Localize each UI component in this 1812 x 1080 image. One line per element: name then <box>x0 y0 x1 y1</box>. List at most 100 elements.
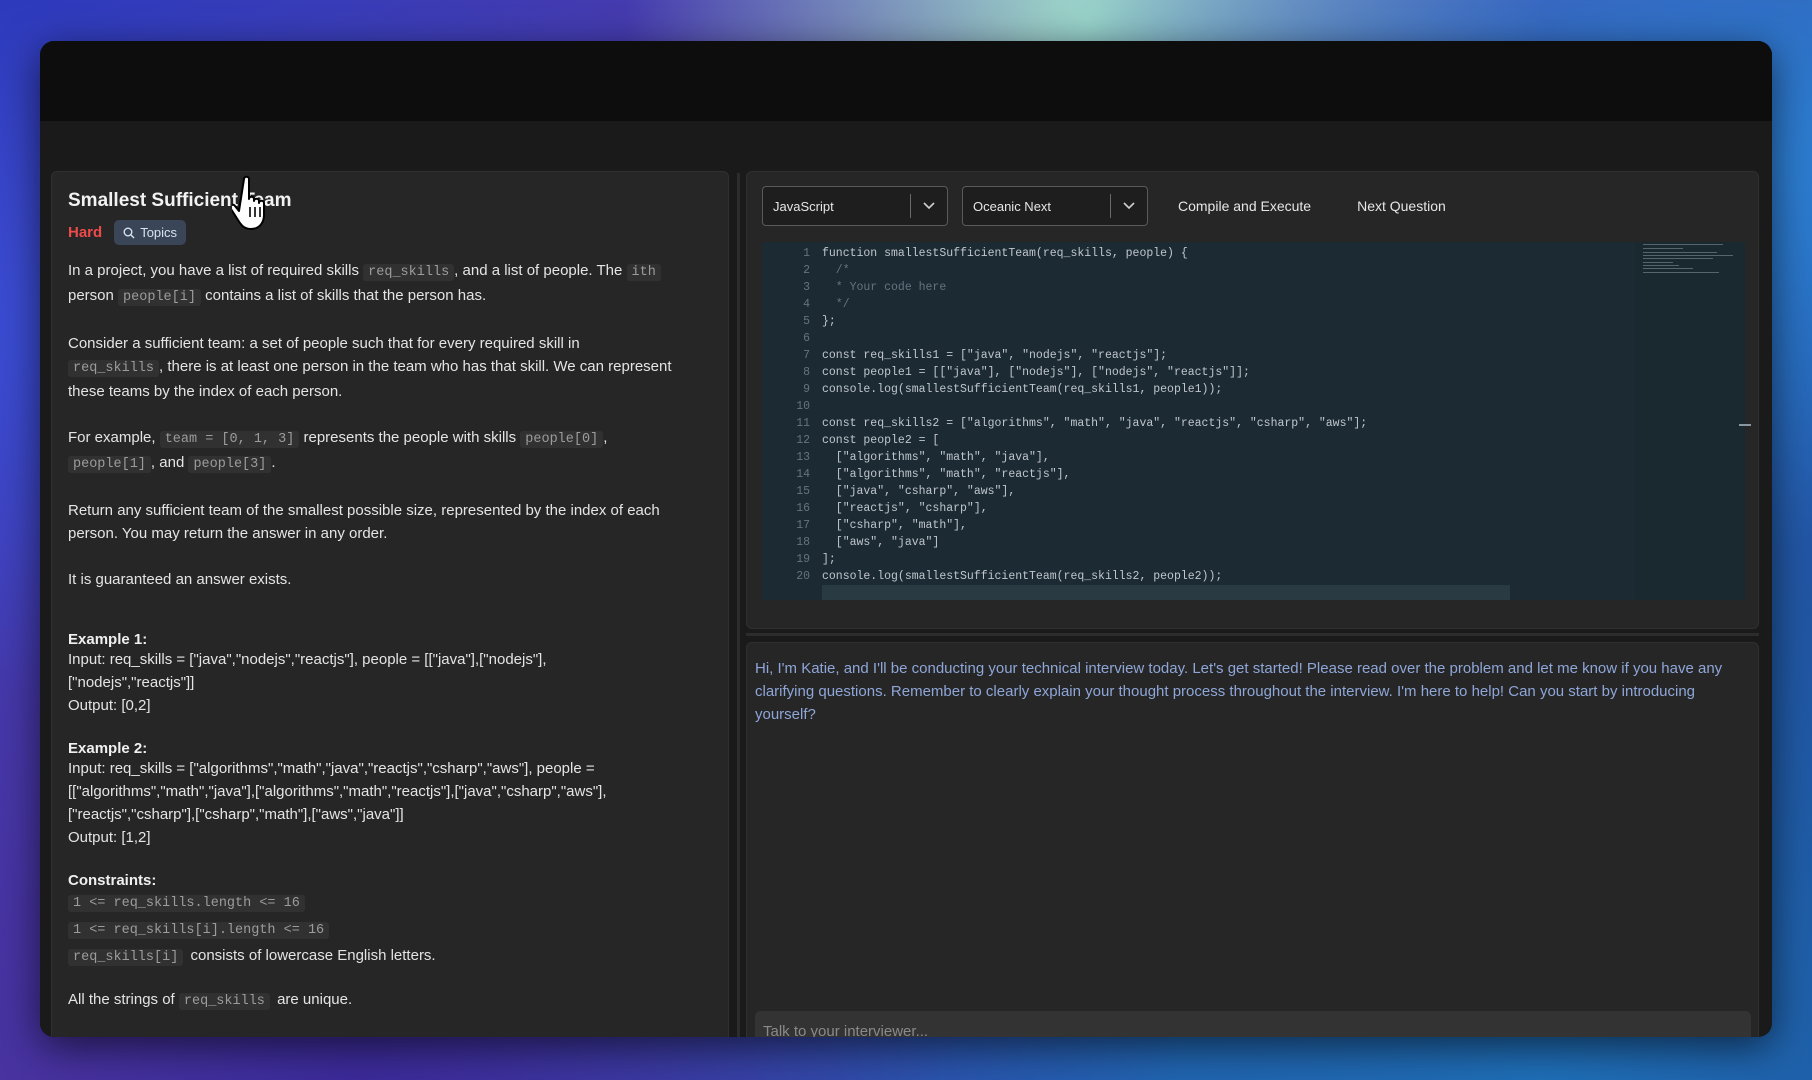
constraint-2: 1 <= req_skills[i].length <= 16 <box>68 916 712 943</box>
chat-panel: Hi, I'm Katie, and I'll be conducting yo… <box>746 642 1759 1037</box>
code-line[interactable]: 5}; <box>762 313 1635 330</box>
code-text: console.log(smallestSufficientTeam(req_s… <box>822 570 1223 583</box>
code-text: ]; <box>822 553 836 566</box>
example-1: Example 1: Input: req_skills = ["java","… <box>68 631 712 717</box>
code-text: */ <box>822 298 850 311</box>
line-number: 2 <box>803 264 810 277</box>
code-line[interactable]: 3 * Your code here <box>762 279 1635 296</box>
line-number: 3 <box>803 281 810 294</box>
chat-input[interactable] <box>755 1011 1751 1037</box>
line-number: 19 <box>796 553 810 566</box>
title-bar <box>40 41 1772 121</box>
line-number: 7 <box>803 349 810 362</box>
problem-meta: Hard Topics <box>68 220 712 245</box>
problem-paragraph-3: For example, team = [0, 1, 3] represents… <box>68 429 608 473</box>
code-line[interactable]: 10 <box>762 398 1635 415</box>
code-line[interactable]: 14 ["algorithms", "math", "reactjs"], <box>762 466 1635 483</box>
line-number: 18 <box>796 536 810 549</box>
editor-panel: JavaScript Oceanic Next Compile and Exec… <box>746 171 1759 629</box>
line-number: 16 <box>796 502 810 515</box>
chevron-down-icon <box>1111 202 1147 210</box>
code-text: console.log(smallestSufficientTeam(req_s… <box>822 383 1223 396</box>
code-text: function smallestSufficientTeam(req_skil… <box>822 247 1188 260</box>
example-2-input: Input: req_skills = ["algorithms","math"… <box>68 760 607 823</box>
constraints-title: Constraints: <box>68 872 157 889</box>
problem-panel: Smallest Sufficient Team Hard Topics In … <box>51 171 729 1037</box>
language-select[interactable]: JavaScript <box>762 186 948 226</box>
code-text: ["reactjs", "csharp"], <box>822 502 988 515</box>
difficulty-badge: Hard <box>68 224 103 241</box>
code-line[interactable]: 19]; <box>762 551 1635 568</box>
code-text: * Your code here <box>822 281 947 294</box>
code-text: const req_skills2 = ["algorithms", "math… <box>822 417 1368 430</box>
code-line[interactable]: 6 <box>762 330 1635 347</box>
code-line[interactable]: 4 */ <box>762 296 1635 313</box>
code-line[interactable]: 9 console.log(smallestSufficientTeam(req_… <box>762 381 1635 398</box>
code-text: const people2 = [ <box>822 434 940 447</box>
topics-button[interactable]: Topics <box>114 220 187 245</box>
code-line[interactable]: 15 ["java", "csharp", "aws"], <box>762 483 1635 500</box>
code-line[interactable]: 18 ["aws", "java"] <box>762 534 1635 551</box>
code-text: const req_skills1 = ["java", "nodejs", "… <box>822 349 1168 362</box>
code-text: ["csharp", "math"], <box>822 519 967 532</box>
line-number: 15 <box>796 485 810 498</box>
code-text: ["algorithms", "math", "reactjs"], <box>822 468 1071 481</box>
code-text: ["aws", "java"] <box>822 536 940 549</box>
line-number: 8 <box>803 366 810 379</box>
constraints-section: Constraints: 1 <= req_skills.length <= 1… <box>68 872 712 1014</box>
code-line[interactable]: 1 function smallestSufficientTeam(req_ski… <box>762 245 1635 262</box>
constraint-4: All the strings of req_skills are unique… <box>68 991 353 1010</box>
language-select-value: JavaScript <box>773 198 834 214</box>
app-window: Smallest Sufficient Team Hard Topics In … <box>40 41 1772 1037</box>
theme-select[interactable]: Oceanic Next <box>962 186 1148 226</box>
code-line[interactable]: 12 const people2 = [ <box>762 432 1635 449</box>
code-line[interactable]: 13 ["algorithms", "math", "java"], <box>762 449 1635 466</box>
line-number: 13 <box>796 451 810 464</box>
code-text: const people1 = [["java"], ["nodejs"], [… <box>822 366 1250 379</box>
editor-toolbar: JavaScript Oceanic Next Compile and Exec… <box>762 186 1462 226</box>
editor-minimap[interactable] <box>1635 242 1745 600</box>
next-question-button[interactable]: Next Question <box>1341 198 1462 214</box>
line-number: 12 <box>796 434 810 447</box>
example-2-output: Output: [1,2] <box>68 829 151 846</box>
theme-select-value: Oceanic Next <box>973 198 1052 214</box>
panel-divider-horizontal[interactable] <box>746 633 1759 636</box>
compile-execute-button[interactable]: Compile and Execute <box>1162 198 1327 214</box>
code-text: ["algorithms", "math", "java"], <box>822 451 1050 464</box>
chevron-down-icon <box>911 202 947 210</box>
line-number: 20 <box>796 570 810 583</box>
current-line-highlight <box>822 585 1510 600</box>
problem-paragraph-1: In a project, you have a list of require… <box>68 259 712 309</box>
problem-paragraph-5: It is guaranteed an answer exists. <box>68 571 292 588</box>
scrollbar-marker[interactable] <box>1739 424 1751 426</box>
example-1-output: Output: [0,2] <box>68 697 151 714</box>
line-number: 1 <box>803 247 810 260</box>
code-line[interactable]: 2 /* <box>762 262 1635 279</box>
code-text: /* <box>822 264 850 277</box>
line-number: 14 <box>796 468 810 481</box>
code-text: ["java", "csharp", "aws"], <box>822 485 1016 498</box>
example-2: Example 2: Input: req_skills = ["algorit… <box>68 740 712 849</box>
line-number: 5 <box>803 315 810 328</box>
search-icon <box>123 227 135 238</box>
hand-pointer-cursor-icon <box>232 175 265 230</box>
line-number: 17 <box>796 519 810 532</box>
code-text: }; <box>822 315 836 328</box>
example-2-title: Example 2: <box>68 740 148 757</box>
example-1-input: Input: req_skills = ["java","nodejs","re… <box>68 651 547 691</box>
line-number: 11 <box>796 417 810 430</box>
code-line[interactable]: 11 const req_skills2 = ["algorithms", "ma… <box>762 415 1635 432</box>
interview-app: Smallest Sufficient Team Hard Topics In … <box>40 121 1772 1037</box>
code-line[interactable]: 16 ["reactjs", "csharp"], <box>762 500 1635 517</box>
panel-divider[interactable] <box>737 173 740 1037</box>
code-line[interactable]: 8 const people1 = [["java"], ["nodejs"], … <box>762 364 1635 381</box>
code-line[interactable]: 17 ["csharp", "math"], <box>762 517 1635 534</box>
problem-title: Smallest Sufficient Team <box>68 190 292 211</box>
line-number: 6 <box>803 332 810 345</box>
code-line[interactable]: 20 console.log(smallestSufficientTeam(req… <box>762 568 1635 585</box>
example-1-title: Example 1: <box>68 631 148 648</box>
topics-label: Topics <box>140 225 178 240</box>
line-number: 4 <box>803 298 810 311</box>
code-line[interactable]: 7 const req_skills1 = ["java", "nodejs", … <box>762 347 1635 364</box>
code-editor[interactable]: 1 function smallestSufficientTeam(req_ski… <box>762 242 1635 600</box>
